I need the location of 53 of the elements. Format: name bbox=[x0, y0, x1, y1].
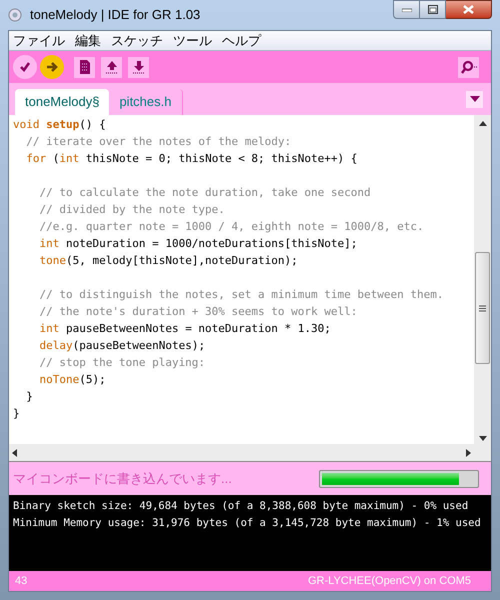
scrollbar-thumb[interactable] bbox=[475, 252, 490, 364]
menu-item[interactable]: 編集 bbox=[75, 31, 101, 50]
verify-button[interactable] bbox=[13, 55, 37, 79]
menu-item[interactable]: ツール bbox=[173, 31, 212, 50]
maximize-button[interactable] bbox=[420, 0, 446, 19]
new-button[interactable] bbox=[74, 56, 95, 78]
tab-menu-button[interactable] bbox=[466, 90, 483, 108]
code-line: //e.g. quarter note = 1000 / 4, eighth note = 1000/8, etc. bbox=[38, 219, 425, 235]
save-button[interactable] bbox=[128, 56, 149, 78]
minimize-icon bbox=[402, 8, 412, 12]
open-icon bbox=[104, 59, 120, 75]
console-line: Minimum Memory usage: 31,976 bytes (of a 3,145,728 byte maximum) - 1% used bbox=[13, 516, 482, 531]
close-button[interactable] bbox=[446, 0, 492, 19]
code-line: int noteDuration = 1000/noteDurations[thisNote]; bbox=[38, 236, 358, 252]
minimize-button[interactable] bbox=[393, 0, 420, 19]
window-title: toneMelody | IDE for GR 1.03 bbox=[30, 6, 202, 24]
code-line: // stop the tone playing: bbox=[38, 355, 206, 371]
grip-icon bbox=[479, 304, 486, 312]
horizontal-scrollbar[interactable] bbox=[9, 444, 474, 461]
code-line: // the note's duration + 30% seems to work well: bbox=[38, 304, 358, 320]
code-line: noTone(5); bbox=[38, 372, 107, 388]
code-line: } bbox=[13, 406, 21, 422]
save-icon bbox=[130, 59, 146, 75]
board-port-label: GR-LYCHEE(OpenCV) on COM5 bbox=[308, 574, 471, 589]
maximize-icon bbox=[428, 5, 438, 14]
menu-item[interactable]: スケッチ bbox=[111, 31, 163, 50]
caret-icon bbox=[470, 96, 480, 102]
file-tab[interactable]: toneMelody§ bbox=[15, 89, 110, 115]
code-line: // to calculate the note duration, take one second bbox=[38, 185, 372, 201]
serial-monitor-button[interactable] bbox=[458, 56, 479, 78]
status-message: マイコンボードに書き込んでいます... bbox=[13, 470, 233, 488]
menu-item[interactable]: ヘルプ bbox=[222, 31, 261, 50]
console-line: Binary sketch size: 49,684 bytes (of a 8,388,608 byte maximum) - 0% used bbox=[13, 499, 470, 514]
code-line: int pauseBetweenNotes = noteDuration * 1.30; bbox=[38, 321, 332, 337]
close-icon bbox=[463, 5, 474, 14]
code-line: } bbox=[25, 389, 34, 405]
vertical-scrollbar[interactable] bbox=[474, 115, 491, 461]
right-arrow-icon bbox=[466, 448, 471, 456]
open-button[interactable] bbox=[101, 56, 122, 78]
app-icon bbox=[8, 8, 22, 22]
code-line: tone(5, melody[thisNote],noteDuration); bbox=[38, 253, 299, 269]
line-number: 43 bbox=[15, 574, 28, 589]
left-arrow-icon bbox=[12, 448, 17, 456]
code-line: // iterate over the notes of the melody: bbox=[25, 134, 292, 150]
code-line: // to distinguish the notes, set a minimum time between them. bbox=[38, 287, 444, 303]
code-line: void setup() { bbox=[13, 117, 107, 133]
up-arrow-icon bbox=[478, 121, 486, 126]
code-line: for (int thisNote = 0; thisNote < 8; thisNote++) { bbox=[25, 151, 358, 167]
code-line: // divided by the note type. bbox=[38, 202, 226, 218]
upload-button[interactable] bbox=[40, 55, 64, 79]
code-line: delay(pauseBetweenNotes); bbox=[38, 338, 206, 354]
menu-item[interactable]: ファイル bbox=[13, 31, 65, 50]
down-arrow-icon bbox=[478, 436, 486, 441]
